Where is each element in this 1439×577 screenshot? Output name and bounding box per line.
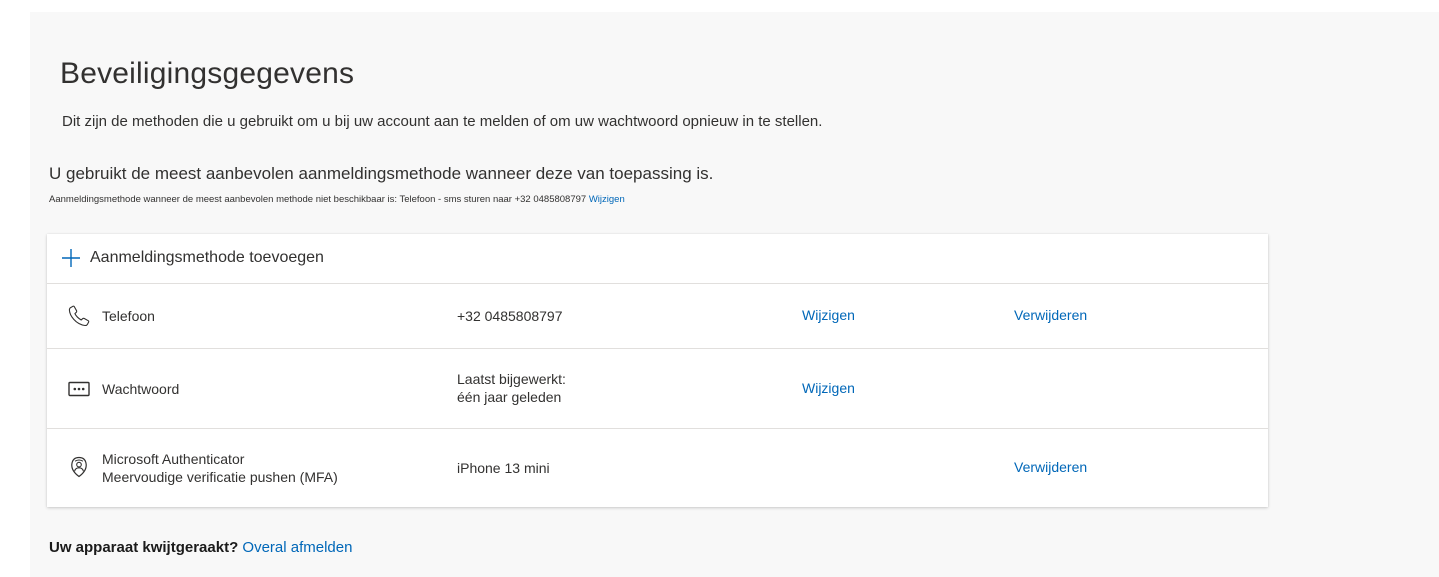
method-name-line1: Telefoon: [102, 308, 155, 324]
method-detail-line2: één jaar geleden: [457, 389, 562, 405]
phone-delete-link[interactable]: Verwijderen: [1014, 307, 1087, 323]
method-row-authenticator: Microsoft Authenticator Meervoudige veri…: [47, 429, 1268, 507]
authenticator-delete-link[interactable]: Verwijderen: [1014, 459, 1087, 475]
method-detail-line1: iPhone 13 mini: [457, 460, 550, 476]
method-detail: Laatst bijgewerkt: één jaar geleden: [457, 370, 566, 406]
add-method-label: Aanmeldingsmethode toevoegen: [90, 249, 324, 266]
security-methods-card: Aanmeldingsmethode toevoegen Telefoon +3…: [47, 234, 1268, 507]
method-detail: +32 0485808797: [457, 307, 563, 325]
method-row-phone: Telefoon +32 0485808797 Wijzigen Verwijd…: [47, 284, 1268, 349]
method-row-password: Wachtwoord Laatst bijgewerkt: één jaar g…: [47, 349, 1268, 429]
method-name: Microsoft Authenticator Meervoudige veri…: [102, 450, 338, 486]
authenticator-icon: [71, 456, 87, 478]
method-detail-line1: +32 0485808797: [457, 308, 563, 324]
default-method-text: Aanmeldingsmethode wanneer de meest aanb…: [49, 194, 587, 205]
add-method-button[interactable]: Aanmeldingsmethode toevoegen: [47, 234, 1268, 284]
default-method-change-link[interactable]: Wijzigen: [589, 194, 625, 205]
sign-out-everywhere-link[interactable]: Overal afmelden: [242, 539, 352, 556]
plus-icon: [62, 249, 80, 267]
default-method-heading: U gebruikt de meest aanbevolen aanmeldin…: [49, 164, 714, 183]
phone-icon: [68, 305, 90, 327]
lost-device-line: Uw apparaat kwijtgeraakt? Overal afmelde…: [49, 539, 352, 556]
method-detail: iPhone 13 mini: [457, 459, 550, 477]
method-name-line1: Wachtwoord: [102, 381, 180, 397]
password-change-link[interactable]: Wijzigen: [802, 380, 855, 396]
default-method-line: Aanmeldingsmethode wanneer de meest aanb…: [49, 194, 625, 205]
page-title: Beveiligingsgegevens: [60, 57, 355, 90]
page-subtitle: Dit zijn de methoden die u gebruikt om u…: [62, 113, 823, 130]
password-icon: [68, 381, 90, 397]
method-name: Telefoon: [102, 307, 155, 325]
method-detail-line1: Laatst bijgewerkt:: [457, 371, 566, 387]
method-name: Wachtwoord: [102, 380, 179, 398]
phone-change-link[interactable]: Wijzigen: [802, 307, 855, 323]
method-name-line2: Meervoudige verificatie pushen (MFA): [102, 469, 338, 485]
lost-device-question: Uw apparaat kwijtgeraakt?: [49, 539, 239, 556]
method-name-line1: Microsoft Authenticator: [102, 451, 245, 467]
